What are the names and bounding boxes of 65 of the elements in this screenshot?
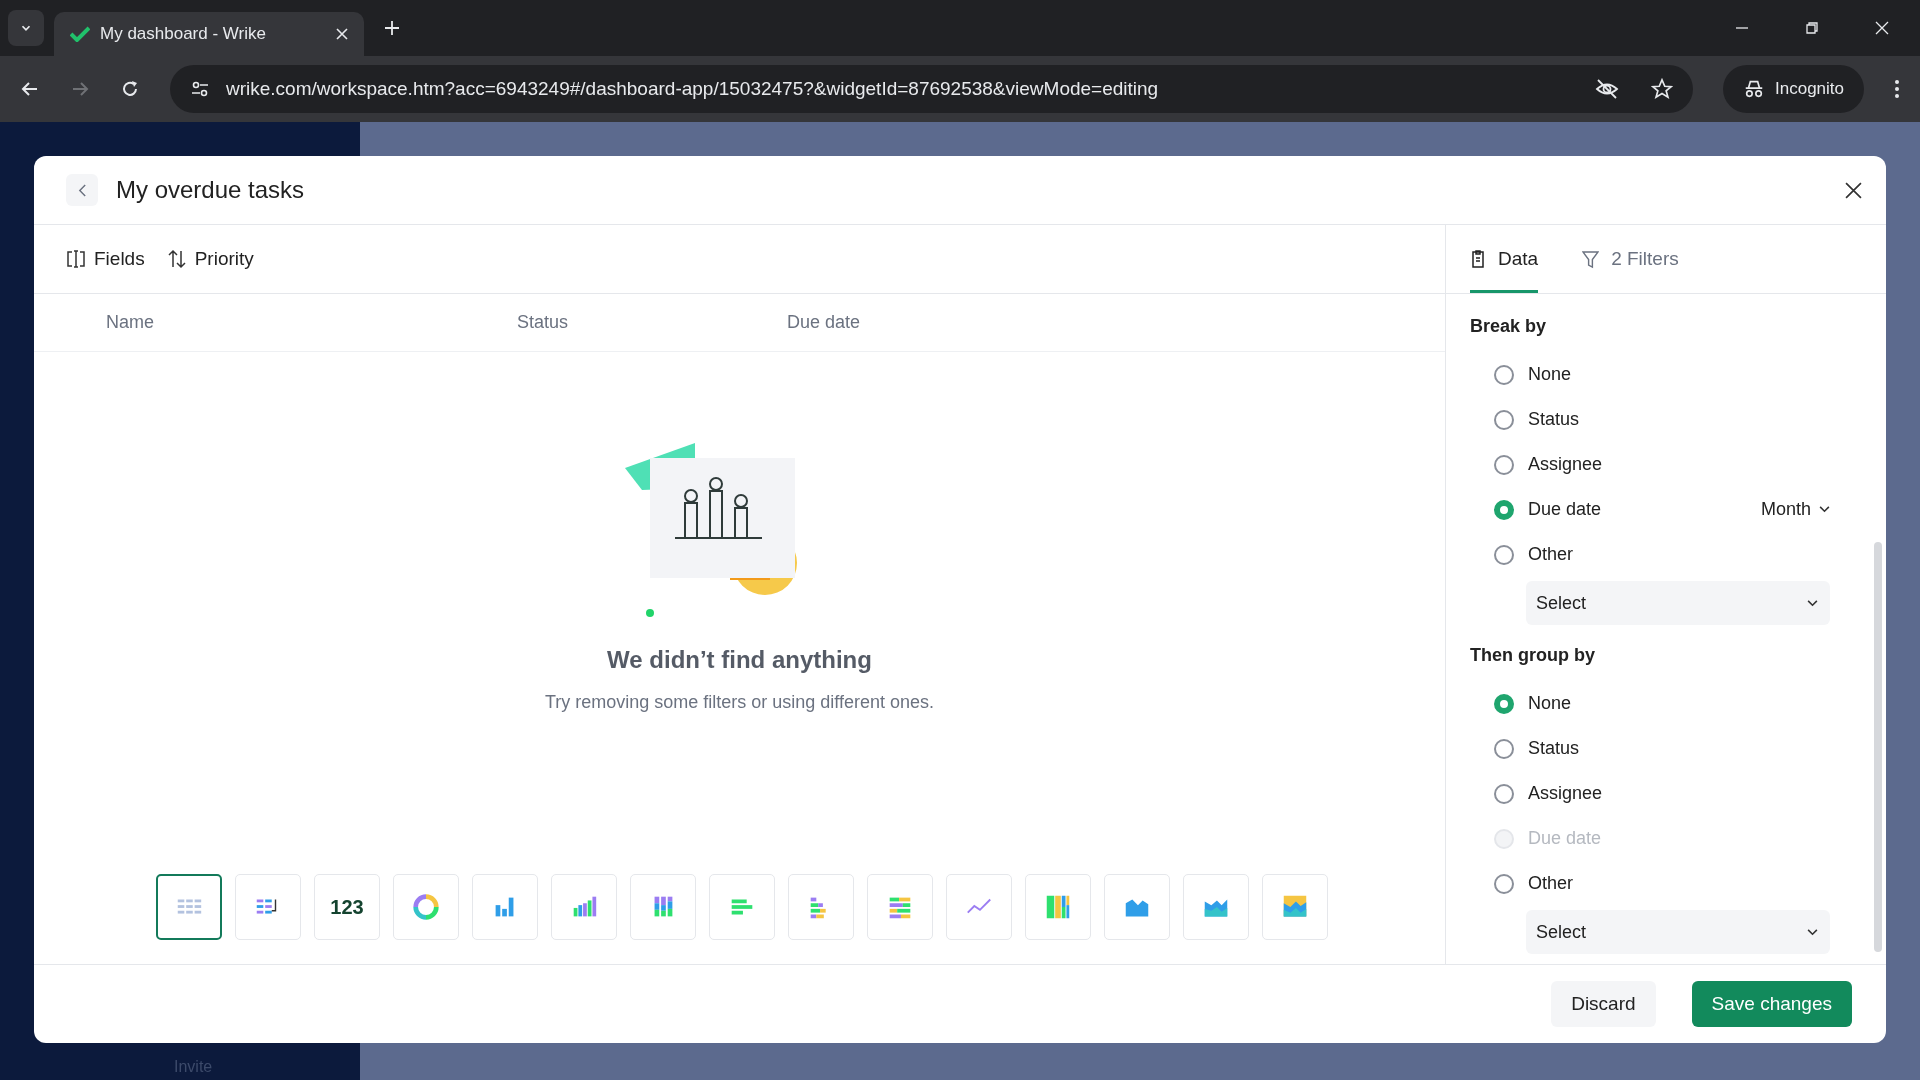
select-dropdown[interactable]: Select [1526, 910, 1830, 954]
clipboard-icon [1470, 249, 1486, 269]
section-heading: Then group by [1470, 643, 1596, 667]
data-tab[interactable]: Data [1470, 225, 1539, 293]
radio-label: Assignee [1528, 783, 1603, 804]
column-header: Status [517, 312, 570, 333]
address-bar[interactable]: wrike.com/workspace.htm?acc=6943249#/dashboard-app/15032475?&widgetId=87692538&viewMode=editing [170, 65, 1693, 113]
radio-label: Assignee [1528, 454, 1603, 475]
chevron-down-icon [1807, 928, 1818, 936]
save-button[interactable]: Save changes [1691, 981, 1852, 1027]
menu-icon[interactable] [1894, 79, 1900, 99]
star-icon[interactable] [1651, 78, 1673, 100]
radio-button[interactable] [1494, 409, 1514, 430]
radio-button[interactable] [1494, 364, 1514, 385]
chevron-down-icon [1807, 599, 1818, 607]
url-text: wrike.com/workspace.htm?acc=6943249#/dashboard-app/15032475?&widgetId=87692538&viewMode=editing [226, 78, 1159, 100]
radio-button[interactable] [1494, 544, 1514, 565]
discard-button[interactable]: Discard [1551, 981, 1656, 1027]
site-settings-icon[interactable] [190, 79, 210, 99]
select-dropdown[interactable]: Select [1526, 581, 1830, 625]
tab-list-button[interactable] [8, 10, 44, 46]
tab-title: My dashboard - Wrike [100, 24, 267, 44]
radio-label: Due date [1528, 499, 1602, 520]
chart-type-button[interactable] [156, 874, 222, 940]
sort-icon [166, 249, 187, 269]
radio-label: Status [1528, 409, 1580, 430]
reload-icon[interactable] [120, 79, 140, 99]
filters-tab[interactable]: 2 Filters [1582, 225, 1679, 293]
radio-label: None [1528, 364, 1572, 385]
scrollbar-thumb[interactable] [1874, 542, 1882, 952]
column-header: Due date [787, 312, 861, 333]
chevron-down-icon [1819, 506, 1830, 513]
radio-label: Status [1528, 738, 1580, 759]
radio-button[interactable] [1494, 873, 1514, 894]
filter-icon [1582, 249, 1600, 269]
restore-icon[interactable] [1804, 20, 1820, 36]
radio-label: Other [1528, 873, 1574, 894]
period-dropdown[interactable]: Month [1760, 499, 1830, 520]
radio-label: Due date [1528, 828, 1602, 849]
new-tab-icon[interactable] [384, 20, 400, 36]
columns-icon [66, 249, 86, 269]
empty-state-message: Try removing some filters or using different ones. [544, 692, 935, 713]
dialog-title: My overdue tasks [116, 176, 305, 204]
radio-button[interactable] [1494, 783, 1514, 804]
browser-tab[interactable]: My dashboard - Wrike [54, 12, 364, 56]
chevron-left-icon [77, 183, 87, 197]
radio-button[interactable] [1494, 499, 1514, 520]
fields-button[interactable]: Fields [66, 248, 145, 270]
eye-off-icon[interactable] [1595, 77, 1619, 101]
radio-button[interactable] [1494, 738, 1514, 759]
radio-label: None [1528, 693, 1572, 714]
radio-label: Other [1528, 544, 1574, 565]
radio-button[interactable] [1494, 454, 1514, 475]
column-header: Name [106, 312, 155, 333]
sort-button[interactable]: Priority [166, 248, 254, 270]
incognito-button[interactable]: Incognito [1723, 65, 1864, 113]
close-icon[interactable] [1845, 181, 1862, 199]
section-heading: Break by [1470, 314, 1548, 338]
chart-type-button[interactable]: 123 [314, 874, 380, 940]
donut-chart-icon [411, 892, 441, 922]
radio-button[interactable] [1494, 693, 1514, 714]
empty-state-title: We didn’t find anything [607, 646, 872, 674]
back-button[interactable] [66, 174, 98, 206]
checkmark-icon [70, 26, 90, 42]
incognito-icon [1743, 78, 1765, 100]
